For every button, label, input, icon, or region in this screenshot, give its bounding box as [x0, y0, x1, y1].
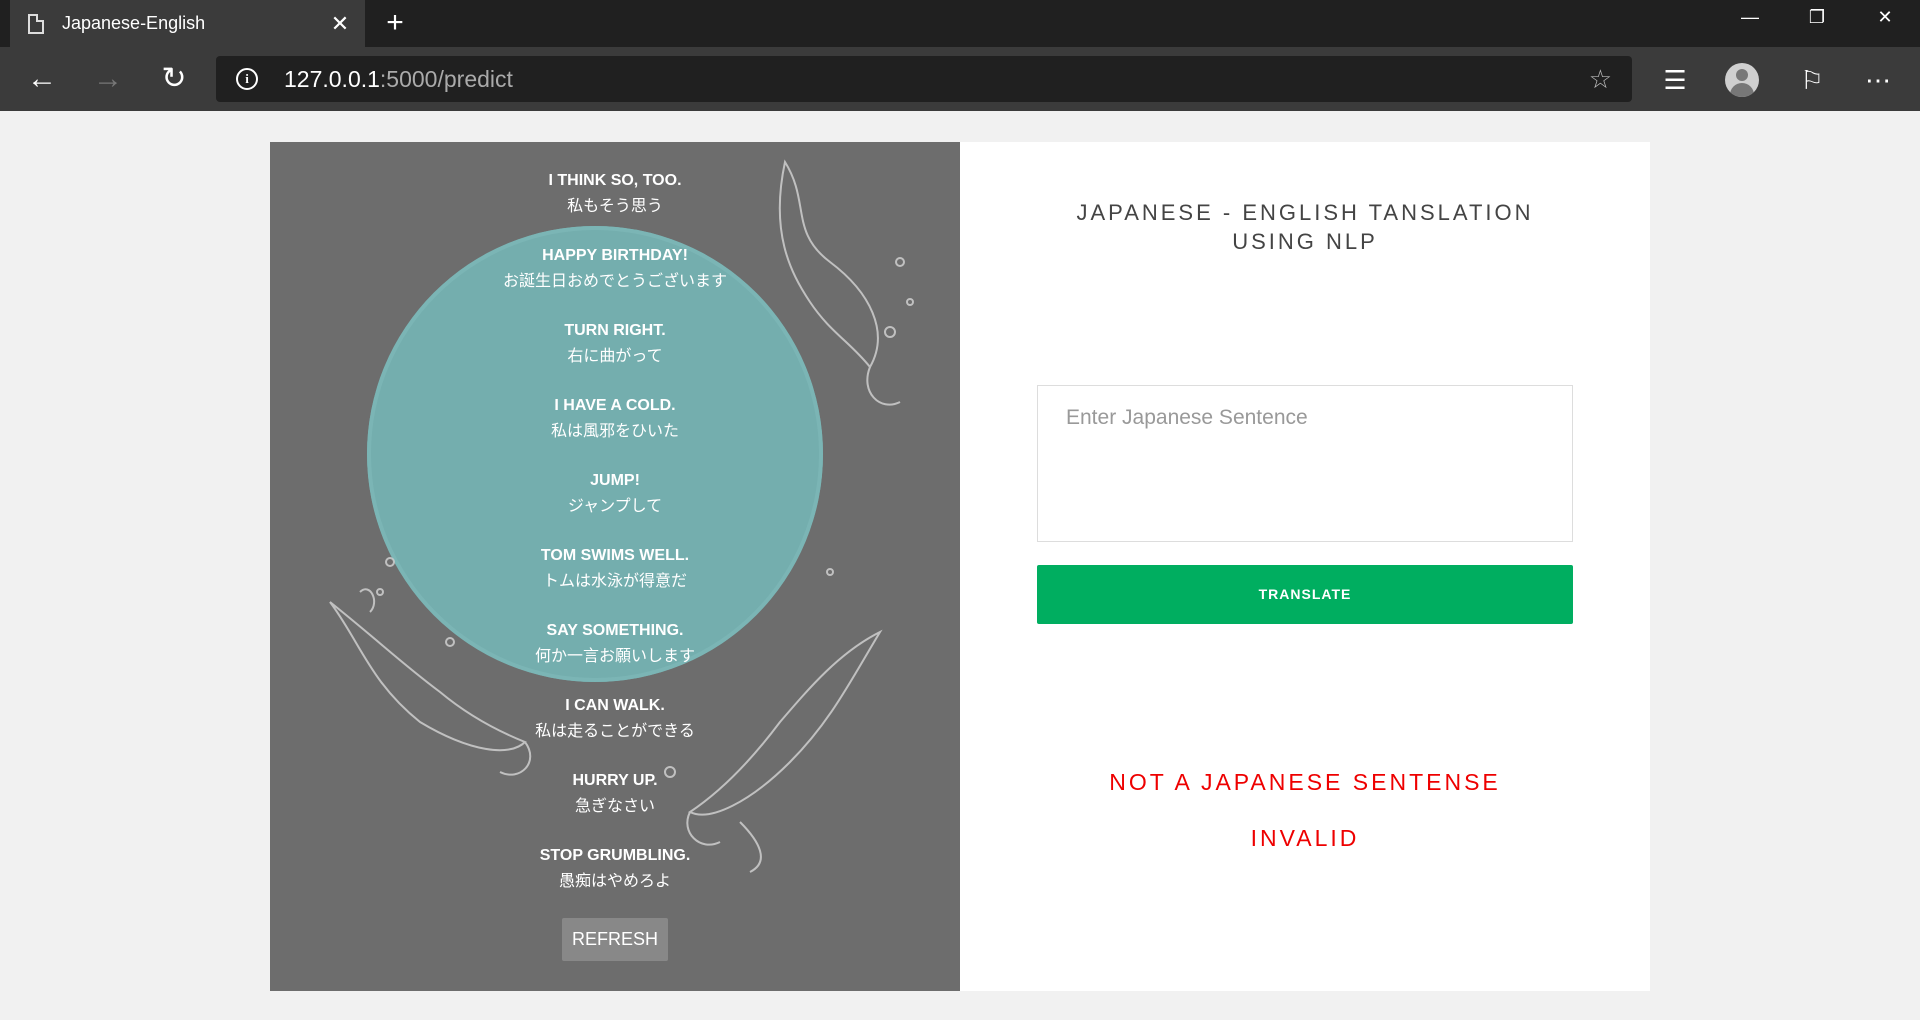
title-line-2: USING NLP	[1232, 229, 1378, 254]
list-item: I THINK SO, TOO. 私もそう思う	[270, 168, 960, 243]
list-item: HAPPY BIRTHDAY! お誕生日おめでとうございます	[270, 243, 960, 318]
tab-title: Japanese-English	[62, 13, 206, 33]
japanese-phrase: 私は走ることができる	[535, 723, 695, 740]
list-item: TOM SWIMS WELL. トムは水泳が得意だ	[270, 543, 960, 618]
japanese-phrase: 私は風邪をひいた	[550, 423, 679, 440]
phrase-panel: I THINK SO, TOO. 私もそう思う HAPPY BIRTHDAY! …	[270, 142, 960, 991]
profile-avatar[interactable]	[1725, 63, 1759, 97]
japanese-phrase: ジャンプして	[567, 498, 663, 515]
site-info-icon[interactable]: i	[236, 68, 258, 90]
japanese-phrase: 急ぎなさい	[574, 798, 655, 815]
title-line-1: JAPANESE - ENGLISH TANSLATION	[1076, 200, 1534, 225]
window-restore-button[interactable]: ❐	[1782, 0, 1852, 34]
japanese-sentence-input[interactable]: Enter Japanese Sentence	[1037, 385, 1573, 542]
english-phrase: JUMP!	[590, 472, 640, 489]
tab-close-icon[interactable]: ✕	[325, 11, 355, 37]
english-phrase: I THINK SO, TOO.	[548, 172, 682, 189]
refresh-button[interactable]: REFRESH	[562, 918, 668, 961]
japanese-phrase: 愚痴はやめろよ	[558, 873, 671, 890]
english-phrase: SAY SOMETHING.	[546, 622, 684, 639]
list-item: I HAVE A COLD. 私は風邪をひいた	[270, 393, 960, 468]
new-tab-button[interactable]: +	[380, 6, 410, 40]
page-content: I THINK SO, TOO. 私もそう思う HAPPY BIRTHDAY! …	[0, 111, 1920, 1020]
forward-arrow-icon[interactable]: →	[86, 57, 130, 101]
english-phrase: I HAVE A COLD.	[554, 397, 676, 414]
english-phrase: STOP GRUMBLING.	[539, 847, 691, 864]
japanese-phrase: 何か一言お願いします	[534, 648, 695, 665]
result-message: NOT A JAPANESE SENTENSE	[1109, 769, 1501, 795]
address-bar[interactable]: i 127.0.0.1:5000/predict ☆	[216, 56, 1632, 102]
translator-card: I THINK SO, TOO. 私もそう思う HAPPY BIRTHDAY! …	[270, 142, 1650, 991]
browser-tab-bar: Japanese-English ✕ + — ❐ ✕	[0, 0, 1920, 47]
english-phrase: HURRY UP.	[572, 772, 658, 789]
list-item: TURN RIGHT. 右に曲がって	[270, 318, 960, 393]
list-item: I CAN WALK. 私は走ることができる	[270, 693, 960, 768]
page-title: JAPANESE - ENGLISH TANSLATION USING NLP	[960, 198, 1650, 256]
favorite-star-icon[interactable]: ☆	[1589, 64, 1612, 95]
url-host: 127.0.0.1	[284, 65, 380, 92]
english-phrase: TOM SWIMS WELL.	[540, 547, 690, 564]
japanese-phrase: トムは水泳が得意だ	[542, 573, 687, 590]
japanese-phrase: 私もそう思う	[567, 198, 663, 215]
english-phrase: HAPPY BIRTHDAY!	[542, 247, 688, 264]
browser-tab[interactable]: Japanese-English ✕	[10, 0, 365, 47]
list-item: SAY SOMETHING. 何か一言お願いします	[270, 618, 960, 693]
japanese-phrase: 右に曲がって	[567, 348, 663, 365]
browser-toolbar: ← → ↻ i 127.0.0.1:5000/predict ☆ ☰ ⚐ ⋯	[0, 47, 1920, 111]
list-item: STOP GRUMBLING. 愚痴はやめろよ	[270, 843, 960, 918]
phrase-list: I THINK SO, TOO. 私もそう思う HAPPY BIRTHDAY! …	[270, 168, 960, 918]
japanese-phrase: お誕生日おめでとうございます	[502, 273, 727, 290]
list-item: JUMP! ジャンプして	[270, 468, 960, 543]
english-phrase: TURN RIGHT.	[564, 322, 666, 339]
refresh-icon[interactable]: ↻	[152, 57, 196, 101]
feedback-icon[interactable]: ⚐	[1790, 58, 1834, 102]
page-icon	[28, 13, 44, 34]
list-item: HURRY UP. 急ぎなさい	[270, 768, 960, 843]
back-arrow-icon[interactable]: ←	[20, 57, 64, 101]
result-status: INVALID	[1250, 825, 1360, 851]
english-phrase: I CAN WALK.	[565, 697, 665, 714]
favorites-list-icon[interactable]: ☰	[1653, 58, 1697, 102]
window-minimize-button[interactable]: —	[1715, 0, 1785, 34]
translate-button[interactable]: TRANSLATE	[1037, 565, 1573, 624]
url-path: :5000/predict	[379, 65, 513, 92]
translation-panel: JAPANESE - ENGLISH TANSLATION USING NLP …	[960, 142, 1650, 991]
window-close-button[interactable]: ✕	[1850, 0, 1920, 34]
more-menu-icon[interactable]: ⋯	[1856, 58, 1900, 102]
